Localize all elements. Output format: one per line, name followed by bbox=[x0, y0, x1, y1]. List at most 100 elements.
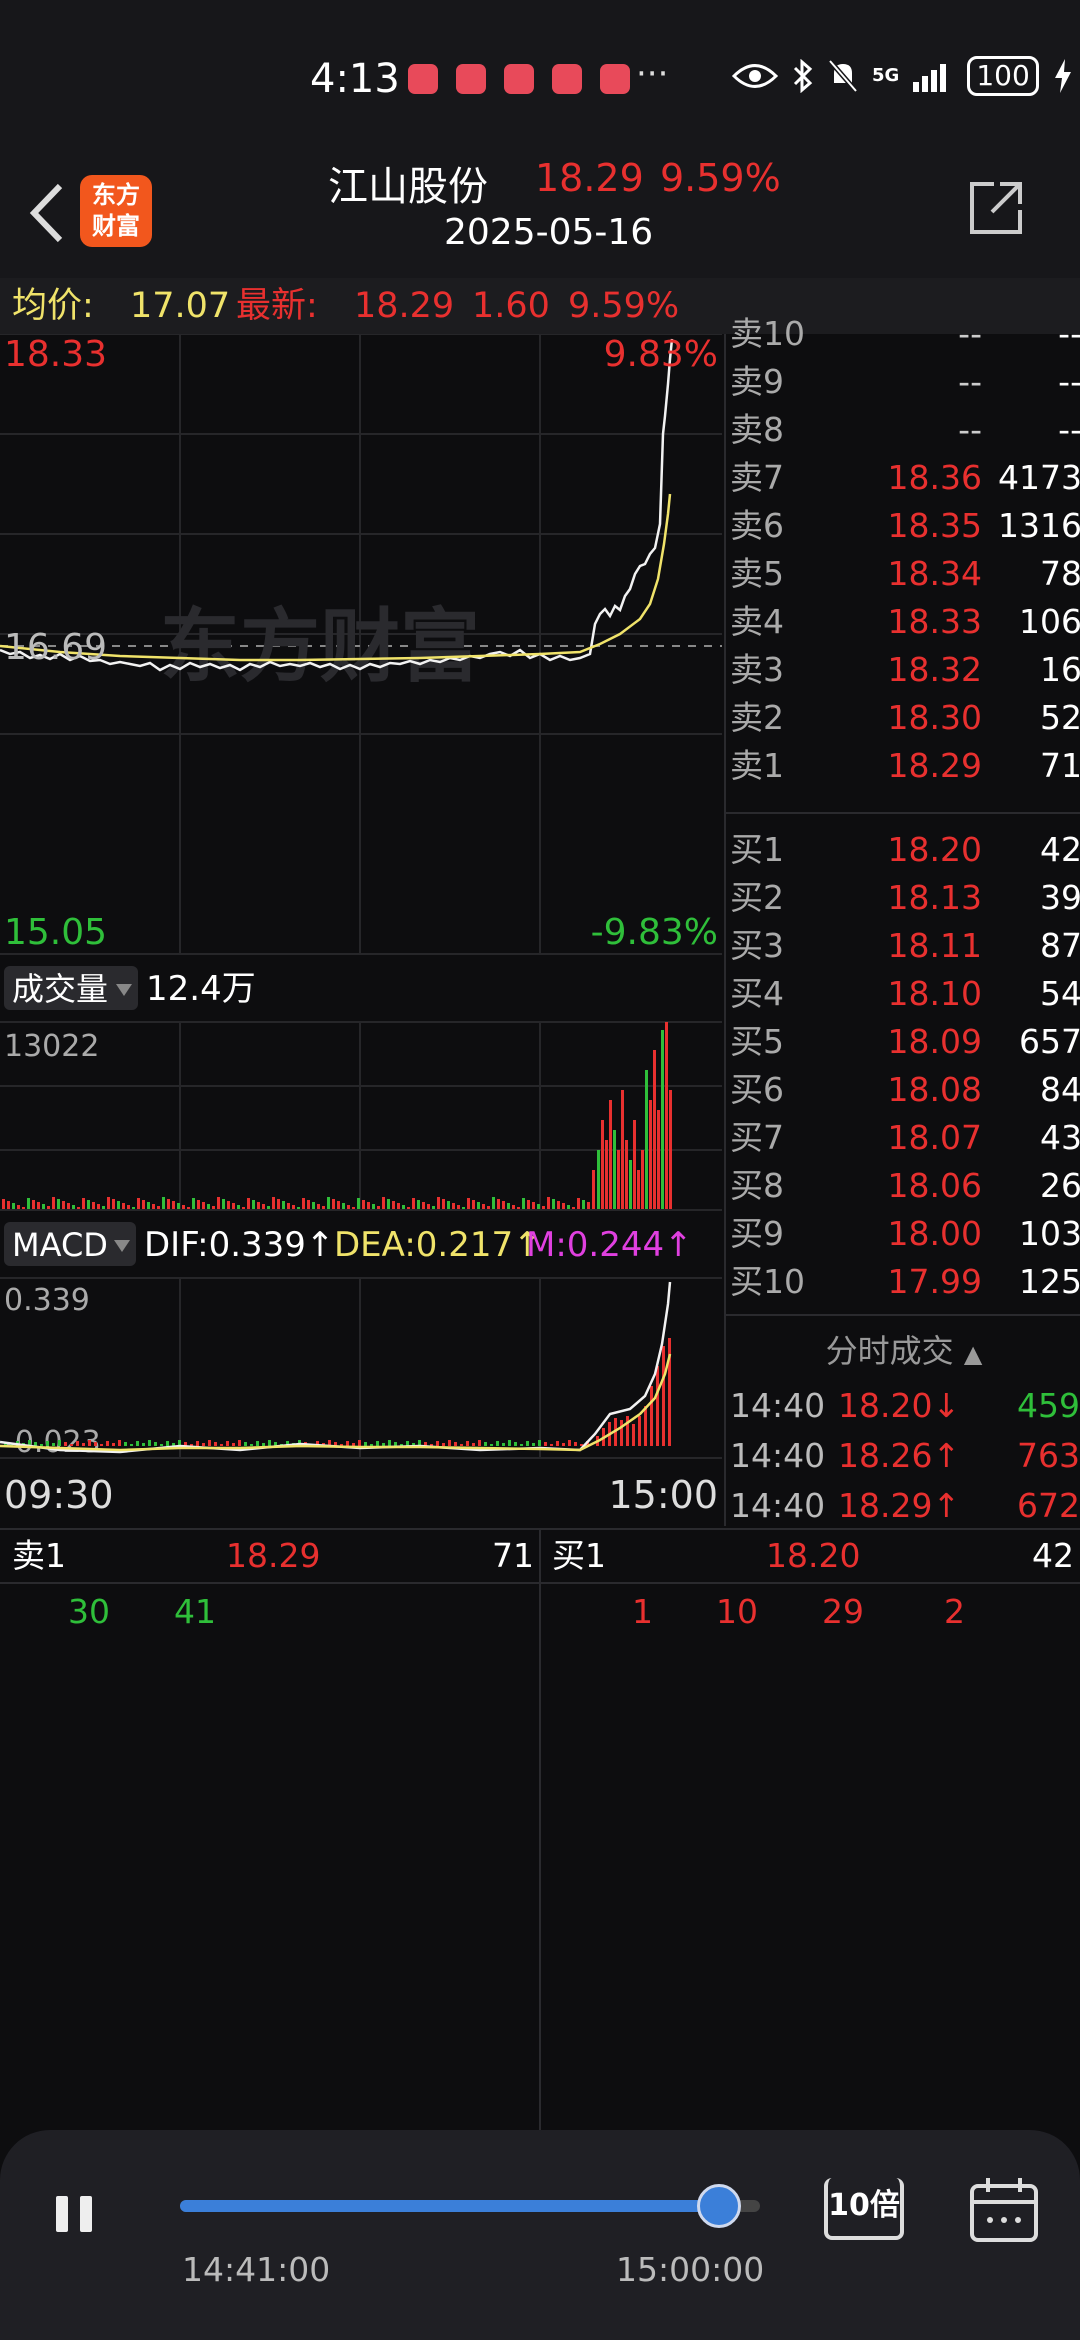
macd-bar bbox=[166, 1441, 169, 1446]
app-logo: 东方 财富 bbox=[80, 175, 152, 247]
ask-row-volume: 4173 bbox=[998, 458, 1080, 497]
bid-row-volume: 42 bbox=[1040, 830, 1080, 869]
bid-row[interactable]: 买10 17.99 125 bbox=[726, 1258, 1080, 1306]
ask-row[interactable]: 卖4 18.33 106 bbox=[726, 598, 1080, 646]
macd-bar bbox=[64, 1442, 67, 1446]
volume-bar bbox=[592, 1170, 595, 1210]
book-divider bbox=[726, 812, 1080, 814]
volume-indicator-label: 成交量 bbox=[12, 970, 108, 1008]
ticks-title[interactable]: 分时成交 ▲ bbox=[726, 1326, 1080, 1372]
volume-bar bbox=[609, 1100, 612, 1210]
ask-row[interactable]: 卖9 -- -- bbox=[726, 358, 1080, 406]
queue-ask-vol: 71 bbox=[492, 1536, 534, 1575]
volume-total: 12.4万 bbox=[146, 969, 256, 1009]
macd-dif: DIF:0.339↑ bbox=[144, 1225, 334, 1265]
macd-bar bbox=[40, 1444, 43, 1446]
bid-order: 1 bbox=[632, 1592, 653, 1631]
bid-row[interactable]: 买6 18.08 84 bbox=[726, 1066, 1080, 1114]
volume-bar bbox=[12, 1203, 15, 1210]
volume-bar bbox=[605, 1140, 608, 1210]
bid-row-price: 18.07 bbox=[887, 1118, 982, 1157]
bid-row-label: 买3 bbox=[730, 926, 784, 965]
tick-volume: 459 bbox=[1017, 1386, 1080, 1425]
macd-bar bbox=[136, 1441, 139, 1446]
volume-bar bbox=[37, 1202, 40, 1210]
bid-row-label: 买6 bbox=[730, 1070, 784, 1109]
queue-ask-price: 18.29 bbox=[226, 1536, 321, 1575]
ask-row[interactable]: 卖3 18.32 16 bbox=[726, 646, 1080, 694]
eye-icon bbox=[732, 64, 778, 88]
speed-button[interactable]: 10倍 bbox=[824, 2178, 904, 2240]
ask-row-label: 卖3 bbox=[730, 650, 784, 689]
queue-bid-price: 18.20 bbox=[766, 1536, 861, 1575]
bid-row[interactable]: 买2 18.13 39 bbox=[726, 874, 1080, 922]
replay-start-time: 14:41:00 bbox=[182, 2250, 331, 2289]
order-book[interactable]: 卖10 -- -- 卖9 -- -- 卖8 -- -- 卖7 18.36 4173 卖6 18.35 131… bbox=[724, 314, 1080, 1526]
macd-bar bbox=[52, 1443, 55, 1446]
volume-bar bbox=[257, 1202, 260, 1210]
bid-row[interactable]: 买4 18.10 54 bbox=[726, 970, 1080, 1018]
volume-bar bbox=[412, 1198, 415, 1210]
macd-bar bbox=[58, 1440, 61, 1446]
ask-row-label: 卖9 bbox=[730, 362, 784, 401]
intraday-chart[interactable]: 东方财富 18.33 9.83% 16.69 15.05 -9.83% 成交量 … bbox=[0, 333, 722, 1526]
macd-bar bbox=[454, 1442, 457, 1446]
macd-bar bbox=[142, 1443, 145, 1446]
notification-icon bbox=[552, 64, 582, 94]
ask-row-volume: -- bbox=[1058, 410, 1080, 449]
volume-bar bbox=[302, 1198, 305, 1210]
bid-row[interactable]: 买3 18.11 87 bbox=[726, 922, 1080, 970]
tick-time: 14:40 bbox=[730, 1436, 826, 1475]
bid-row[interactable]: 买5 18.09 657 bbox=[726, 1018, 1080, 1066]
bid-row[interactable]: 买8 18.06 26 bbox=[726, 1162, 1080, 1210]
queue-ask-label: 卖1 bbox=[12, 1536, 66, 1575]
volume-bar bbox=[217, 1197, 220, 1210]
macd-bar bbox=[244, 1442, 247, 1446]
ask-row-price: -- bbox=[958, 410, 982, 449]
volume-bar bbox=[62, 1201, 65, 1210]
ask-row[interactable]: 卖7 18.36 4173 bbox=[726, 454, 1080, 502]
ask-row[interactable]: 卖1 18.29 71 bbox=[726, 742, 1080, 790]
ask-row[interactable]: 卖8 -- -- bbox=[726, 406, 1080, 454]
volume-bar bbox=[669, 1090, 672, 1210]
macd-bar bbox=[346, 1441, 349, 1446]
progress-knob[interactable] bbox=[697, 2184, 742, 2228]
calendar-icon[interactable] bbox=[968, 2174, 1040, 2244]
ask-row[interactable]: 卖6 18.35 1316 bbox=[726, 502, 1080, 550]
pause-icon[interactable] bbox=[52, 2190, 100, 2238]
bid-row-price: 18.10 bbox=[887, 974, 982, 1013]
back-arrow-icon[interactable] bbox=[22, 178, 72, 248]
replay-progress-slider[interactable] bbox=[180, 2184, 760, 2228]
volume-bar bbox=[447, 1201, 450, 1210]
macd-bar bbox=[656, 1366, 659, 1446]
replay-player: 14:41:00 15:00:00 10倍 bbox=[0, 2130, 1080, 2340]
battery-indicator: 100 bbox=[967, 56, 1039, 96]
bid-order: 10 bbox=[716, 1592, 758, 1631]
ask-row-label: 卖8 bbox=[730, 410, 784, 449]
ask-row[interactable]: 卖10 -- -- bbox=[726, 310, 1080, 358]
logo-text: 财富 bbox=[92, 212, 140, 240]
volume-bar bbox=[147, 1202, 150, 1210]
latest-value: 18.29 bbox=[354, 286, 455, 326]
ask-row-volume: 78 bbox=[1040, 554, 1080, 593]
macd-bar bbox=[238, 1440, 241, 1446]
volume-bar bbox=[417, 1200, 420, 1210]
ask-row[interactable]: 卖2 18.30 52 bbox=[726, 694, 1080, 742]
macd-bar bbox=[154, 1442, 157, 1446]
caret-up-icon: ▲ bbox=[963, 1340, 983, 1368]
change-pct: 9.59% bbox=[568, 286, 680, 326]
open-external-icon[interactable] bbox=[966, 178, 1026, 238]
bid-row[interactable]: 买7 18.07 43 bbox=[726, 1114, 1080, 1162]
header: 东方 财富 江山股份 18.29 9.59% 2025-05-16 bbox=[0, 150, 1080, 278]
volume-bar bbox=[552, 1199, 555, 1210]
bid-row[interactable]: 买9 18.00 103 bbox=[726, 1210, 1080, 1258]
trade-date[interactable]: 2025-05-16 bbox=[444, 212, 653, 253]
macd-bar bbox=[650, 1386, 653, 1446]
ask-row[interactable]: 卖5 18.34 78 bbox=[726, 550, 1080, 598]
bid-row[interactable]: 买1 18.20 42 bbox=[726, 826, 1080, 874]
ask-row-volume: 52 bbox=[1040, 698, 1080, 737]
stock-name: 江山股份 bbox=[328, 164, 488, 210]
ask-row-label: 卖6 bbox=[730, 506, 784, 545]
volume-bar bbox=[582, 1200, 585, 1210]
ask-row-volume: 71 bbox=[1040, 746, 1080, 785]
